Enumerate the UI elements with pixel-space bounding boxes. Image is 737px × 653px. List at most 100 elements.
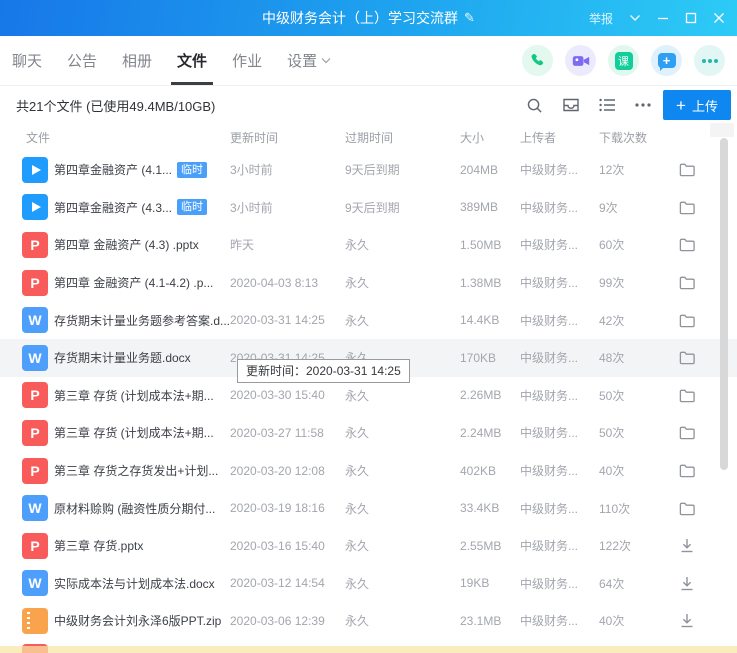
download-count-cell: 9次	[599, 199, 662, 216]
file-name[interactable]: 第三章 存货.pptx	[54, 537, 143, 554]
file-row[interactable]: 中级财务会计刘永泽6版PPT.zip 2020-03-06 12:39 永久 2…	[0, 602, 737, 640]
file-type-icon: P	[22, 420, 48, 446]
tab-announcement[interactable]: 公告	[67, 36, 97, 85]
expire-time-cell: 永久	[345, 500, 460, 517]
tab-files[interactable]: 文件	[177, 36, 207, 85]
save-to-folder-icon[interactable]	[678, 312, 696, 329]
download-icon[interactable]	[679, 575, 695, 592]
file-name[interactable]: 存货期末计量业务题参考答案.d...	[54, 312, 230, 329]
new-topic-button[interactable]: +	[651, 45, 682, 76]
expire-time-cell: 9天后到期	[345, 199, 460, 216]
download-icon[interactable]	[679, 612, 695, 629]
save-to-folder-icon[interactable]	[678, 500, 696, 517]
expire-time-cell: 永久	[345, 424, 460, 441]
uploader-cell: 中级财务...	[520, 575, 599, 592]
more-tools-button[interactable]	[635, 103, 651, 107]
minimize-button[interactable]	[657, 12, 669, 24]
save-to-folder-icon[interactable]	[678, 349, 696, 366]
list-view-icon	[599, 98, 616, 112]
file-row[interactable]: P 第三章 存货之存货发出+计划... 2020-03-20 12:08 永久 …	[0, 452, 737, 490]
file-row[interactable]: W 原材料赊购 (融资性质分期付... 2020-03-19 18:16 永久 …	[0, 489, 737, 527]
file-row[interactable]: W 实际成本法与计划成本法.docx 2020-03-12 14:54 永久 1…	[0, 565, 737, 603]
download-count-cell: 64次	[599, 575, 662, 592]
file-row[interactable]: P 第三章 存货.pptx 2020-03-16 15:40 永久 2.55MB…	[0, 527, 737, 565]
voice-call-button[interactable]	[522, 45, 553, 76]
class-button[interactable]: 课	[608, 45, 639, 76]
file-type-icon	[22, 608, 48, 634]
tray-icon	[562, 97, 580, 113]
more-actions-button[interactable]	[694, 45, 725, 76]
tab-album[interactable]: 相册	[122, 36, 152, 85]
edit-title-icon[interactable]: ✎	[464, 10, 475, 26]
file-row[interactable]: W 存货期末计量业务题参考答案.d... 2020-03-31 14:25 永久…	[0, 301, 737, 339]
save-to-folder-icon[interactable]	[678, 236, 696, 253]
file-row[interactable]: 第四章金融资产 (4.3... 临时 3小时前 9天后到期 389MB 中级财务…	[0, 189, 737, 227]
file-row[interactable]: P 第三章 存货 (计划成本法+期... 2020-03-27 11:58 永久…	[0, 414, 737, 452]
play-icon	[32, 202, 41, 212]
download-count-cell: 122次	[599, 537, 662, 554]
col-file: 文件	[26, 129, 230, 146]
file-name[interactable]: 实际成本法与计划成本法.docx	[54, 575, 215, 592]
file-size-cell: 2.26MB	[460, 388, 520, 402]
save-to-folder-icon[interactable]	[678, 161, 696, 178]
temporary-badge: 临时	[177, 162, 207, 178]
file-type-icon: W	[22, 495, 48, 521]
file-name[interactable]: 原材料赊购 (融资性质分期付...	[54, 500, 215, 517]
file-name[interactable]: 第四章金融资产 (4.1...	[54, 161, 172, 178]
file-row[interactable]: P 第四章 金融资产 (4.3) .pptx 昨天 永久 1.50MB 中级财务…	[0, 226, 737, 264]
maximize-button[interactable]	[685, 12, 697, 24]
file-type-icon: P	[22, 533, 48, 559]
updated-time-cell: 2020-03-16 15:40	[230, 539, 345, 553]
updated-time-cell: 2020-03-27 11:58	[230, 426, 345, 440]
chevron-down-icon[interactable]	[629, 14, 641, 22]
save-to-folder-icon[interactable]	[678, 274, 696, 291]
file-name[interactable]: 第三章 存货之存货发出+计划...	[54, 462, 218, 479]
download-icon[interactable]	[679, 537, 695, 554]
tab-chat[interactable]: 聊天	[12, 36, 42, 85]
chat-plus-icon: +	[658, 53, 676, 68]
scrollbar-thumb[interactable]	[720, 138, 728, 470]
uploader-cell: 中级财务...	[520, 537, 599, 554]
file-name[interactable]: 中级财务会计刘永泽6版PPT.zip	[54, 612, 221, 629]
expire-time-cell: 永久	[345, 387, 460, 404]
download-count-cell: 40次	[599, 462, 662, 479]
temporary-badge: 临时	[177, 199, 207, 215]
file-name[interactable]: 第三章 存货 (计划成本法+期...	[54, 387, 214, 404]
save-to-folder-icon[interactable]	[678, 387, 696, 404]
search-button[interactable]	[526, 97, 543, 114]
plus-icon: +	[676, 97, 686, 114]
upload-button[interactable]: + 上传	[663, 90, 731, 120]
file-type-icon: W	[22, 570, 48, 596]
list-view-button[interactable]	[599, 98, 616, 112]
file-type-icon: P	[22, 232, 48, 258]
file-size-cell: 389MB	[460, 200, 520, 214]
file-name[interactable]: 第四章金融资产 (4.3...	[54, 199, 172, 216]
received-files-button[interactable]	[562, 97, 580, 113]
video-call-button[interactable]	[565, 45, 596, 76]
report-button[interactable]: 举报	[589, 10, 613, 27]
group-file-window: 中级财务会计（上）学习交流群 ✎ 举报 聊天 公告 相册 文件 作业 设置	[0, 0, 737, 653]
file-row[interactable]: 第四章金融资产 (4.1... 临时 3小时前 9天后到期 204MB 中级财务…	[0, 151, 737, 189]
updated-time-cell: 2020-03-30 15:40	[230, 388, 345, 402]
file-size-cell: 2.24MB	[460, 426, 520, 440]
file-name[interactable]: 第三章 存货 (计划成本法+期...	[54, 424, 214, 441]
expire-time-cell: 9天后到期	[345, 161, 460, 178]
updated-time-cell: 2020-03-12 14:54	[230, 576, 345, 590]
file-name[interactable]: 存货期末计量业务题.docx	[54, 349, 191, 366]
save-to-folder-icon[interactable]	[678, 424, 696, 441]
uploader-cell: 中级财务...	[520, 387, 599, 404]
file-name[interactable]: 第四章 金融资产 (4.3) .pptx	[54, 236, 199, 253]
uploader-cell: 中级财务...	[520, 199, 599, 216]
search-icon	[526, 97, 543, 114]
file-row[interactable]: P 第四章 金融资产 (4.1-4.2) .p... 2020-04-03 8:…	[0, 264, 737, 302]
file-name[interactable]: 第四章 金融资产 (4.1-4.2) .p...	[54, 274, 213, 291]
updated-time-cell: 3小时前	[230, 161, 345, 178]
save-to-folder-icon[interactable]	[678, 199, 696, 216]
file-size-cell: 2.55MB	[460, 539, 520, 553]
scrollbar-top-track[interactable]	[710, 123, 734, 137]
tab-settings[interactable]: 设置	[287, 36, 331, 85]
save-to-folder-icon[interactable]	[678, 462, 696, 479]
uploader-cell: 中级财务...	[520, 274, 599, 291]
close-button[interactable]	[713, 12, 725, 24]
tab-homework[interactable]: 作业	[232, 36, 262, 85]
